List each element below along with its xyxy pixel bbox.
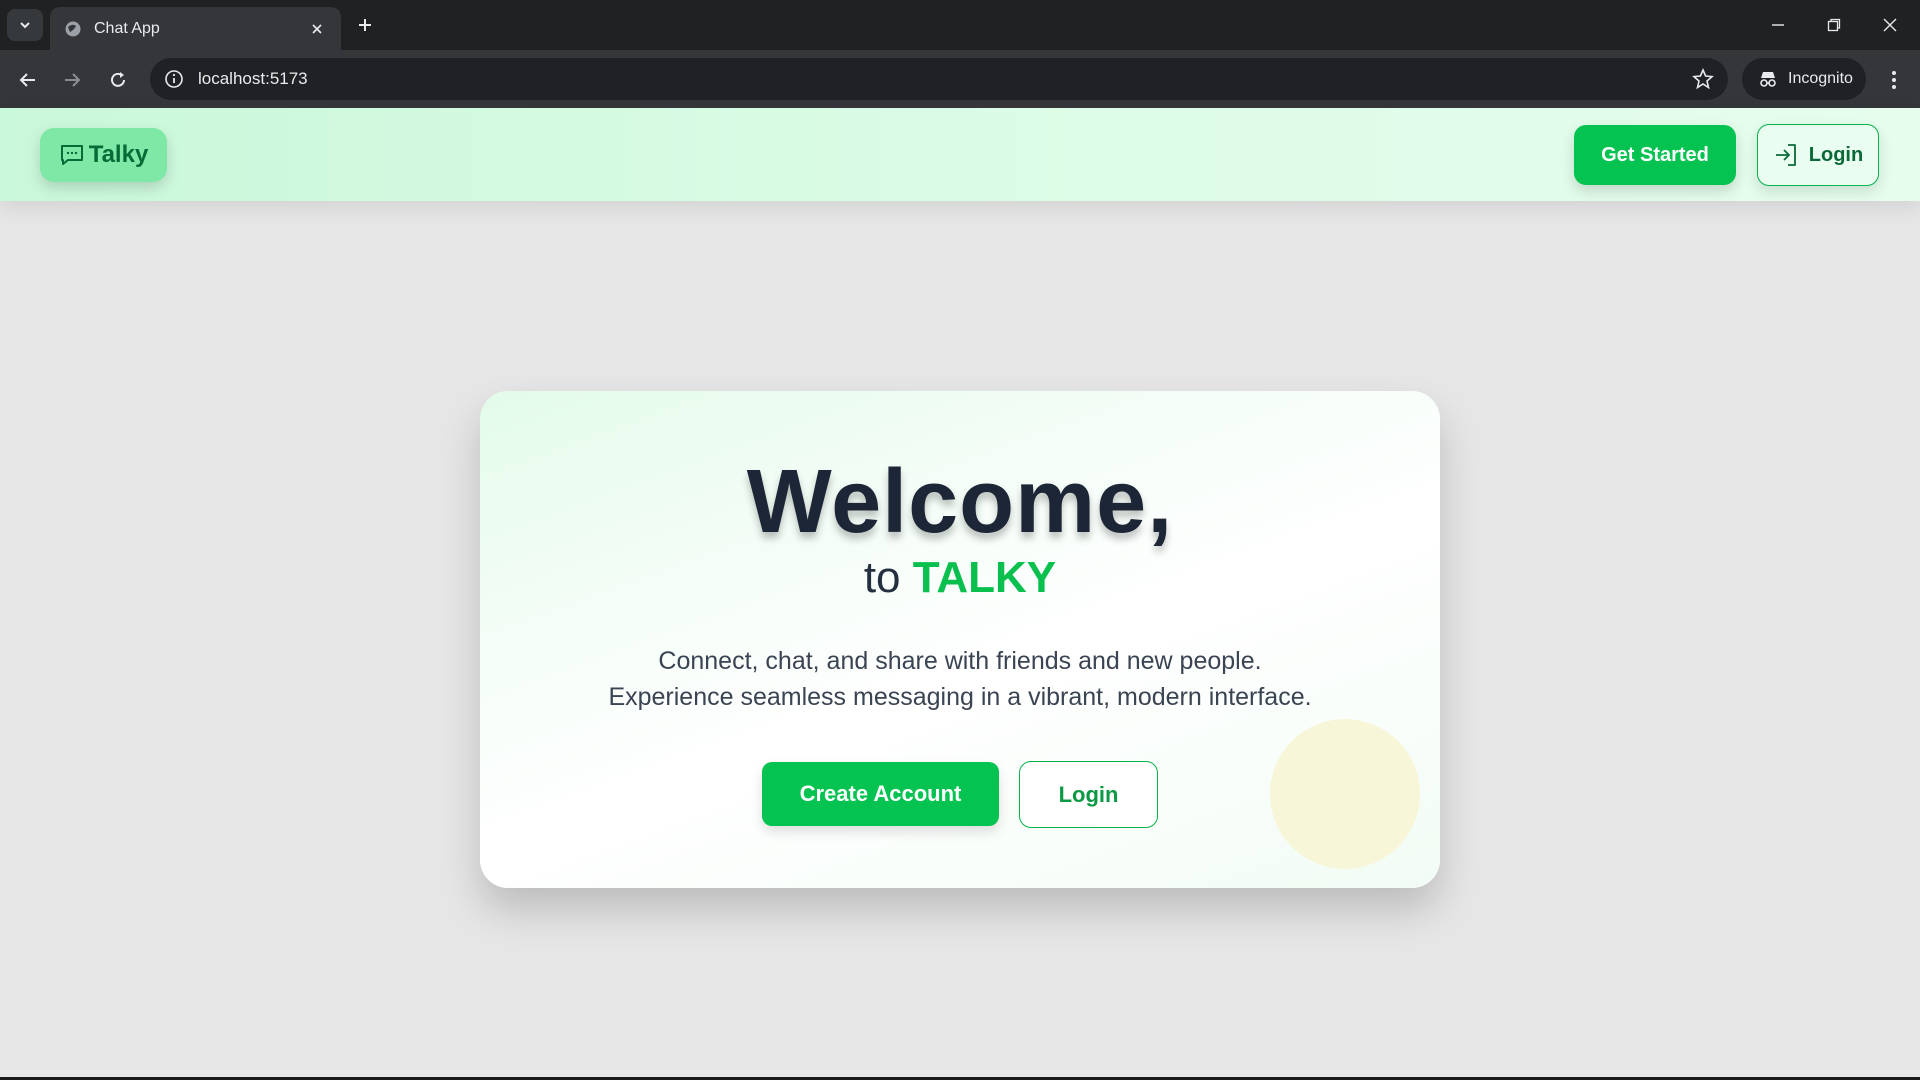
globe-icon bbox=[65, 21, 81, 36]
brand-name: Talky bbox=[88, 141, 149, 168]
welcome-card: Welcome, to TALKY Connect, chat, and sha… bbox=[480, 391, 1440, 888]
hero-subtitle: to TALKY bbox=[480, 553, 1440, 603]
bookmark-star-icon[interactable] bbox=[1692, 67, 1714, 95]
plus-icon bbox=[359, 19, 371, 31]
tab-search-button[interactable] bbox=[7, 9, 43, 41]
restore-button[interactable] bbox=[1814, 10, 1854, 40]
close-icon bbox=[1883, 18, 1897, 32]
get-started-button[interactable]: Get Started bbox=[1574, 125, 1736, 185]
tab-close-icon[interactable] bbox=[307, 19, 327, 39]
incognito-label: Incognito bbox=[1788, 70, 1853, 87]
hero-description: Connect, chat, and share with friends an… bbox=[480, 643, 1440, 715]
hero-description-line2: Experience seamless messaging in a vibra… bbox=[608, 683, 1312, 711]
close-window-button[interactable] bbox=[1870, 10, 1910, 40]
brand-logo[interactable]: Talky bbox=[40, 128, 167, 182]
browser-toolbar: localhost:5173 Incognito bbox=[0, 50, 1920, 108]
header-login-button[interactable]: Login bbox=[1757, 124, 1879, 186]
address-bar[interactable]: localhost:5173 bbox=[150, 58, 1728, 100]
login-icon bbox=[1775, 144, 1796, 166]
incognito-indicator[interactable]: Incognito bbox=[1742, 58, 1866, 100]
header-login-label: Login bbox=[1808, 143, 1864, 166]
arrow-left-icon bbox=[19, 73, 35, 87]
tab-title: Chat App bbox=[94, 19, 160, 37]
hero-description-line1: Connect, chat, and share with friends an… bbox=[658, 647, 1262, 675]
incognito-icon bbox=[1760, 72, 1776, 87]
more-vert-icon bbox=[1892, 71, 1896, 89]
arrow-right-icon bbox=[65, 73, 81, 87]
decorative-circle bbox=[1270, 719, 1420, 869]
hero-subtitle-prefix: to bbox=[863, 553, 901, 602]
info-icon[interactable] bbox=[164, 69, 184, 89]
reload-icon bbox=[111, 72, 125, 87]
new-tab-button[interactable] bbox=[352, 12, 378, 38]
restore-icon bbox=[1827, 18, 1841, 32]
back-button[interactable] bbox=[12, 64, 44, 96]
browser-tab[interactable]: Chat App bbox=[50, 7, 341, 50]
browser-tabstrip: Chat App bbox=[0, 0, 1920, 50]
chevron-down-icon bbox=[20, 22, 30, 29]
hero-subtitle-accent: TALKY bbox=[912, 553, 1057, 602]
create-account-button[interactable]: Create Account bbox=[762, 762, 999, 826]
chat-bubble-icon bbox=[60, 145, 83, 165]
minimize-button[interactable] bbox=[1758, 10, 1798, 40]
browser-menu-button[interactable] bbox=[1880, 64, 1908, 96]
forward-button[interactable] bbox=[56, 64, 88, 96]
url-text[interactable]: localhost:5173 bbox=[198, 69, 308, 89]
hero-title: Welcome, bbox=[746, 452, 1174, 552]
reload-button[interactable] bbox=[102, 64, 134, 96]
app-header: Talky Get Started Login bbox=[0, 108, 1920, 201]
hero-login-button[interactable]: Login bbox=[1019, 761, 1158, 828]
minimize-icon bbox=[1772, 24, 1784, 26]
